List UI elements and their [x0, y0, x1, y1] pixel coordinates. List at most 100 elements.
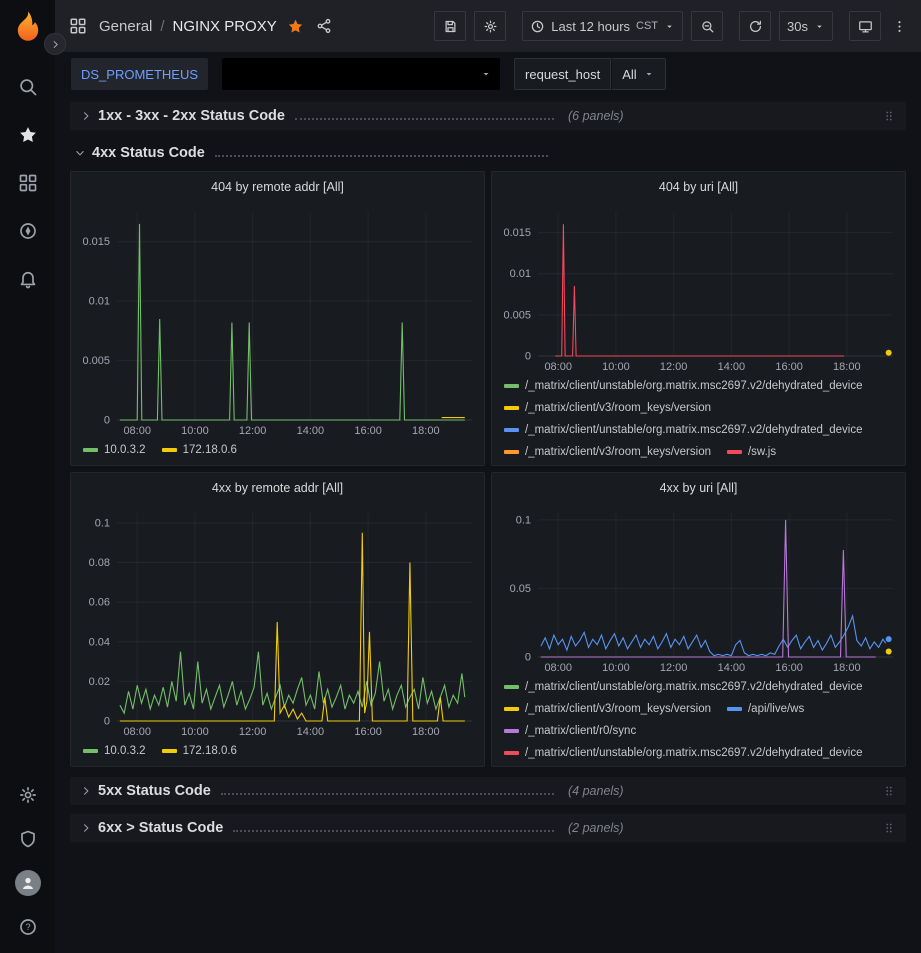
drag-handle-icon[interactable] [882, 108, 896, 124]
row-1xx-3xx-2xx-status-code[interactable]: 1xx - 3xx - 2xx Status Code (6 panels) [70, 102, 906, 130]
legend-item[interactable]: 172.18.0.6 [162, 741, 237, 761]
legend-item[interactable]: /_matrix/client/unstable/org.matrix.msc2… [504, 743, 863, 763]
chart-4xx-by-remote-addr[interactable]: 08:0010:0012:0014:0016:0018:0000.020.040… [71, 503, 484, 739]
row-title: 6xx > Status Code [98, 820, 223, 836]
variable-value-request-host[interactable]: All [612, 58, 665, 90]
sidebar-item-help[interactable]: ? [6, 905, 50, 949]
row-left: 5xx Status Code [80, 783, 554, 799]
svg-text:08:00: 08:00 [544, 662, 572, 674]
chart-canvas: 08:0010:0012:0014:0016:0018:0000.0050.01… [492, 202, 905, 374]
time-range-picker[interactable]: Last 12 hours CST [522, 11, 683, 41]
panel-title[interactable]: 4xx by remote addr [All] [71, 473, 484, 503]
sidebar-expand-button[interactable] [44, 33, 66, 55]
row-6xx-status-code[interactable]: 6xx > Status Code (2 panels) [70, 814, 906, 842]
svg-text:14:00: 14:00 [297, 425, 325, 437]
legend-label: /_matrix/client/v3/room_keys/version [525, 699, 711, 719]
legend-item[interactable]: /_matrix/client/unstable/org.matrix.msc2… [504, 677, 863, 697]
svg-text:12:00: 12:00 [239, 726, 267, 738]
favorite-star-icon[interactable] [287, 18, 304, 35]
sidebar-item-explore[interactable] [6, 207, 50, 255]
svg-text:18:00: 18:00 [833, 662, 861, 674]
sidebar-item-starred[interactable] [6, 111, 50, 159]
legend-item[interactable]: /api/live/ws [727, 699, 804, 719]
legend-swatch [504, 729, 519, 733]
help-icon: ? [18, 917, 38, 937]
chart-legend: /_matrix/client/unstable/org.matrix.msc2… [492, 675, 905, 766]
dotted-leader [215, 155, 548, 157]
svg-text:0.005: 0.005 [82, 355, 110, 367]
legend-item[interactable]: /_matrix/client/v3/room_keys/version [504, 442, 711, 462]
sidebar-item-alerting[interactable] [6, 255, 50, 303]
main-area: General / NGINX PROXY Last 12 hours CST … [55, 0, 921, 953]
legend-item[interactable]: 10.0.3.2 [83, 741, 146, 761]
panel-title[interactable]: 404 by uri [All] [492, 172, 905, 202]
variable-label-request-host: request_host [514, 58, 611, 90]
compass-icon [18, 221, 38, 241]
chart-4xx-by-uri[interactable]: 08:0010:0012:0014:0016:0018:0000.050.1 [492, 503, 905, 675]
save-dashboard-button[interactable] [434, 11, 466, 41]
search-icon [18, 77, 38, 97]
panel-grid: 404 by remote addr [All] 08:0010:0012:00… [70, 171, 906, 767]
more-options-button[interactable] [889, 11, 909, 41]
sidebar: ? [0, 0, 55, 953]
row-panel-count: (2 panels) [568, 821, 624, 835]
legend-item[interactable]: /_matrix/client/r0/sync [504, 721, 636, 741]
sidebar-item-search[interactable] [6, 63, 50, 111]
panel-title[interactable]: 4xx by uri [All] [492, 473, 905, 503]
refresh-button[interactable] [739, 11, 771, 41]
dashboard-settings-button[interactable] [474, 11, 506, 41]
grafana-logo[interactable] [11, 9, 45, 43]
legend-label: /_matrix/client/unstable/org.matrix.msc2… [525, 677, 863, 697]
svg-text:0.1: 0.1 [95, 517, 110, 529]
share-icon[interactable] [316, 18, 332, 34]
legend-swatch [727, 707, 742, 711]
panel-4xx-by-uri: 4xx by uri [All] 08:0010:0012:0014:0016:… [491, 472, 906, 767]
refresh-interval-picker[interactable]: 30s [779, 11, 833, 41]
legend-item[interactable]: /_matrix/client/v3/room_keys/version [504, 699, 711, 719]
drag-handle-icon[interactable] [882, 820, 896, 836]
dotted-leader [295, 118, 554, 120]
sidebar-item-configuration[interactable] [6, 773, 50, 817]
legend-item[interactable]: /_matrix/client/v3/room_keys/version [504, 398, 711, 418]
drag-handle-icon[interactable] [882, 783, 896, 799]
legend-item[interactable]: /_matrix/client/unstable/org.matrix.msc2… [504, 376, 863, 396]
legend-item[interactable]: /sw.js [727, 442, 776, 462]
dashboard-title[interactable]: NGINX PROXY [173, 18, 277, 35]
legend-item[interactable]: /_matrix/client/unstable/org.matrix.msc2… [504, 420, 863, 440]
sidebar-item-profile[interactable] [6, 861, 50, 905]
chart-404-by-remote-addr[interactable]: 08:0010:0012:0014:0016:0018:0000.0050.01… [71, 202, 484, 438]
svg-text:0.005: 0.005 [503, 309, 531, 321]
legend-swatch [83, 448, 98, 452]
clock-icon [530, 19, 545, 34]
svg-text:0: 0 [104, 716, 110, 728]
timezone-label: CST [636, 20, 658, 32]
variable-value-ds-prometheus[interactable] [222, 58, 500, 90]
svg-text:0.08: 0.08 [89, 557, 110, 569]
legend-item[interactable]: 172.18.0.6 [162, 440, 237, 460]
svg-text:0.015: 0.015 [82, 236, 110, 248]
row-5xx-status-code[interactable]: 5xx Status Code (4 panels) [70, 777, 906, 805]
legend-swatch [504, 450, 519, 454]
variable-value-text: All [622, 67, 636, 82]
row-4xx-status-code[interactable]: 4xx Status Code [70, 139, 906, 167]
panel-title[interactable]: 404 by remote addr [All] [71, 172, 484, 202]
dotted-leader [221, 793, 554, 795]
sidebar-item-server-admin[interactable] [6, 817, 50, 861]
gear-icon [483, 19, 498, 34]
tv-mode-button[interactable] [849, 11, 881, 41]
svg-text:0: 0 [525, 351, 531, 363]
svg-text:0.01: 0.01 [89, 296, 110, 308]
legend-swatch [504, 685, 519, 689]
chart-404-by-uri[interactable]: 08:0010:0012:0014:0016:0018:0000.0050.01… [492, 202, 905, 374]
svg-text:0.01: 0.01 [510, 268, 531, 280]
legend-swatch [162, 749, 177, 753]
sidebar-item-dashboards[interactable] [6, 159, 50, 207]
breadcrumb-section[interactable]: General [99, 18, 152, 35]
legend-swatch [727, 450, 742, 454]
save-icon [443, 19, 458, 34]
dashboard-header: General / NGINX PROXY Last 12 hours CST … [55, 0, 921, 52]
zoom-out-button[interactable] [691, 11, 723, 41]
legend-item[interactable]: 10.0.3.2 [83, 440, 146, 460]
chart-canvas: 08:0010:0012:0014:0016:0018:0000.050.1 [492, 503, 905, 675]
apps-grid-icon[interactable] [69, 17, 87, 35]
